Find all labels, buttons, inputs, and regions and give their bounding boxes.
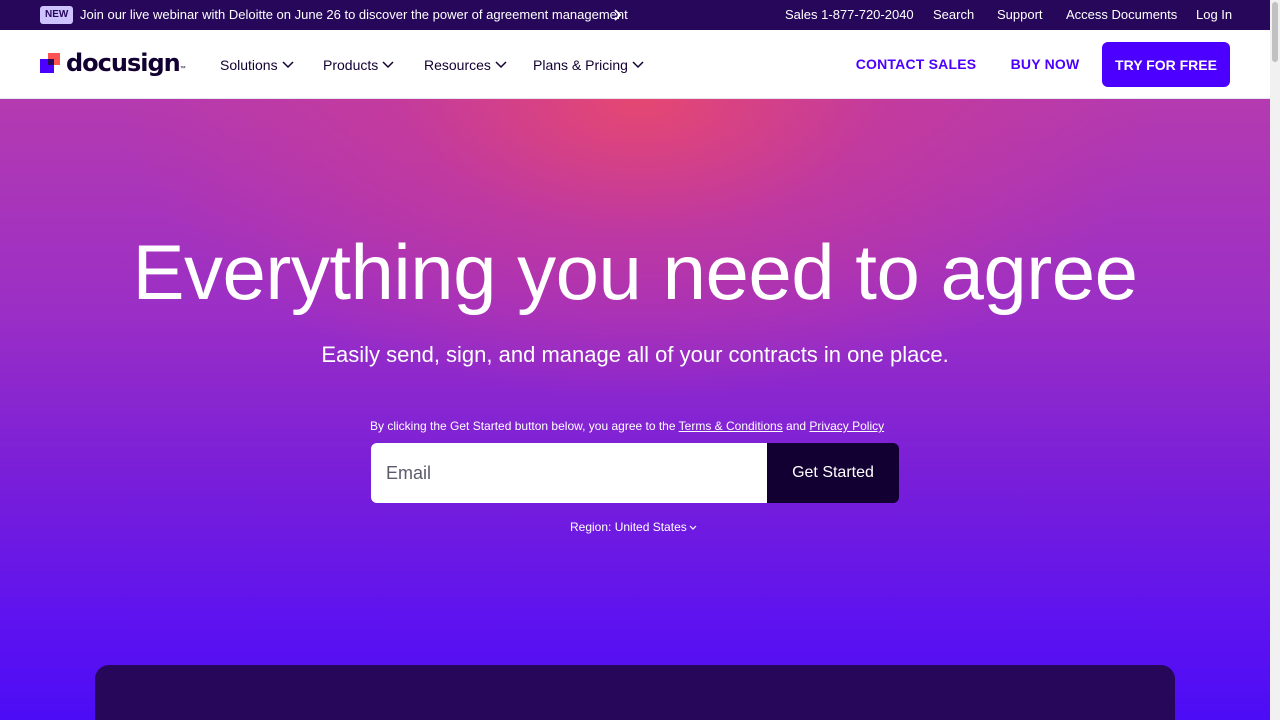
nav-solutions[interactable]: Solutions	[220, 55, 297, 75]
webinar-promo-link[interactable]: Join our live webinar with Deloitte on J…	[80, 7, 628, 23]
privacy-link[interactable]: Privacy Policy	[809, 419, 884, 433]
nav-solutions-label: Solutions	[220, 57, 278, 73]
new-badge: NEW	[40, 6, 74, 24]
email-input[interactable]	[371, 443, 767, 503]
chevron-down-icon	[689, 520, 697, 534]
logo-wordmark: docusign	[66, 49, 181, 77]
access-documents-link[interactable]: Access Documents	[1066, 7, 1177, 23]
get-started-button[interactable]: Get Started	[767, 443, 899, 503]
chevron-down-icon[interactable]	[492, 56, 510, 74]
nav-resources[interactable]: Resources	[424, 55, 510, 75]
nav-plans-pricing[interactable]: Plans & Pricing	[533, 55, 647, 75]
consent-and: and	[786, 419, 807, 433]
content-panel	[95, 665, 1175, 720]
scrollbar-thumb[interactable]	[1272, 2, 1278, 62]
logo-trademark: ™	[179, 66, 186, 72]
consent-prefix: By clicking the Get Started button below…	[370, 419, 676, 433]
chevron-down-icon[interactable]	[629, 56, 647, 74]
try-for-free-button[interactable]: TRY FOR FREE	[1102, 42, 1230, 87]
scrollbar-track[interactable]	[1270, 0, 1280, 720]
docusign-logo[interactable]: docusign ™	[40, 46, 186, 80]
main-header: docusign ™ Solutions Products Resources …	[0, 30, 1270, 99]
region-label: Region: United States	[570, 520, 687, 534]
buy-now-button[interactable]: BUY NOW	[997, 40, 1093, 88]
nav-products[interactable]: Products	[323, 55, 397, 75]
nav-resources-label: Resources	[424, 57, 491, 73]
sales-phone-link[interactable]: Sales 1-877-720-2040	[785, 7, 914, 23]
support-link[interactable]: Support	[997, 7, 1043, 23]
nav-products-label: Products	[323, 57, 379, 73]
chevron-down-icon[interactable]	[279, 56, 297, 74]
docusign-logo-icon	[40, 51, 64, 75]
hero-section: Everything you need to agree Easily send…	[0, 99, 1270, 720]
contact-sales-button[interactable]: CONTACT SALES	[843, 40, 989, 88]
region-selector[interactable]: Region: United States	[570, 520, 697, 534]
announcement-bar: NEW Join our live webinar with Deloitte …	[0, 0, 1280, 30]
search-link[interactable]: Search	[933, 7, 974, 23]
chevron-right-icon[interactable]	[608, 5, 626, 25]
hero-subtitle: Easily send, sign, and manage all of you…	[321, 342, 949, 367]
login-link[interactable]: Log In	[1196, 7, 1232, 23]
nav-plans-pricing-label: Plans & Pricing	[533, 57, 628, 73]
signup-form: Get Started	[371, 443, 899, 503]
consent-text: By clicking the Get Started button below…	[370, 419, 884, 433]
hero-title: Everything you need to agree	[132, 228, 1138, 316]
terms-link[interactable]: Terms & Conditions	[679, 419, 783, 433]
chevron-down-icon[interactable]	[379, 56, 397, 74]
